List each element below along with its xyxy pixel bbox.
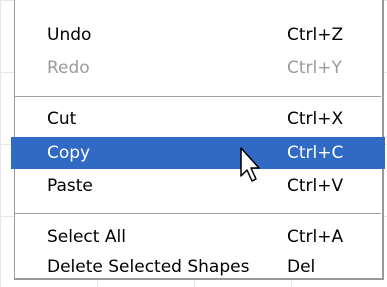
menu-item-shortcut: Ctrl+Y [287,58,342,78]
menu-item-label: Delete Selected Shapes [47,257,250,277]
menu-separator [15,213,381,215]
menu-item-undo[interactable]: Undo Ctrl+Z [15,20,383,50]
menu-item-shortcut: Ctrl+X [287,109,344,129]
menu-item-copy[interactable]: Copy Ctrl+C [11,137,385,169]
menu-item-select-all[interactable]: Select All Ctrl+A [15,222,383,252]
menu-item-redo: Redo Ctrl+Y [15,53,383,83]
menu-item-delete-selected-shapes[interactable]: Delete Selected Shapes Del [15,252,383,282]
menu-item-label: Select All [47,227,126,247]
menu-item-shortcut: Ctrl+Z [287,25,344,45]
menu-item-label: Copy [47,143,91,163]
menu-item-shortcut: Ctrl+C [287,143,344,163]
menu-item-label: Undo [47,25,92,45]
menu-item-shortcut: Ctrl+V [287,176,344,196]
menu-item-label: Paste [47,176,93,196]
menu-item-shortcut: Del [287,257,316,277]
menu-item-paste[interactable]: Paste Ctrl+V [15,171,383,201]
menu-item-cut[interactable]: Cut Ctrl+X [15,104,383,134]
context-menu: Undo Ctrl+Z Redo Ctrl+Y Cut Ctrl+X Copy … [11,0,385,282]
menu-item-shortcut: Ctrl+A [287,227,344,247]
menu-item-label: Cut [47,109,77,129]
menu-separator [15,96,381,98]
mouse-pointer-icon [240,147,260,182]
menu-item-label: Redo [47,58,90,78]
